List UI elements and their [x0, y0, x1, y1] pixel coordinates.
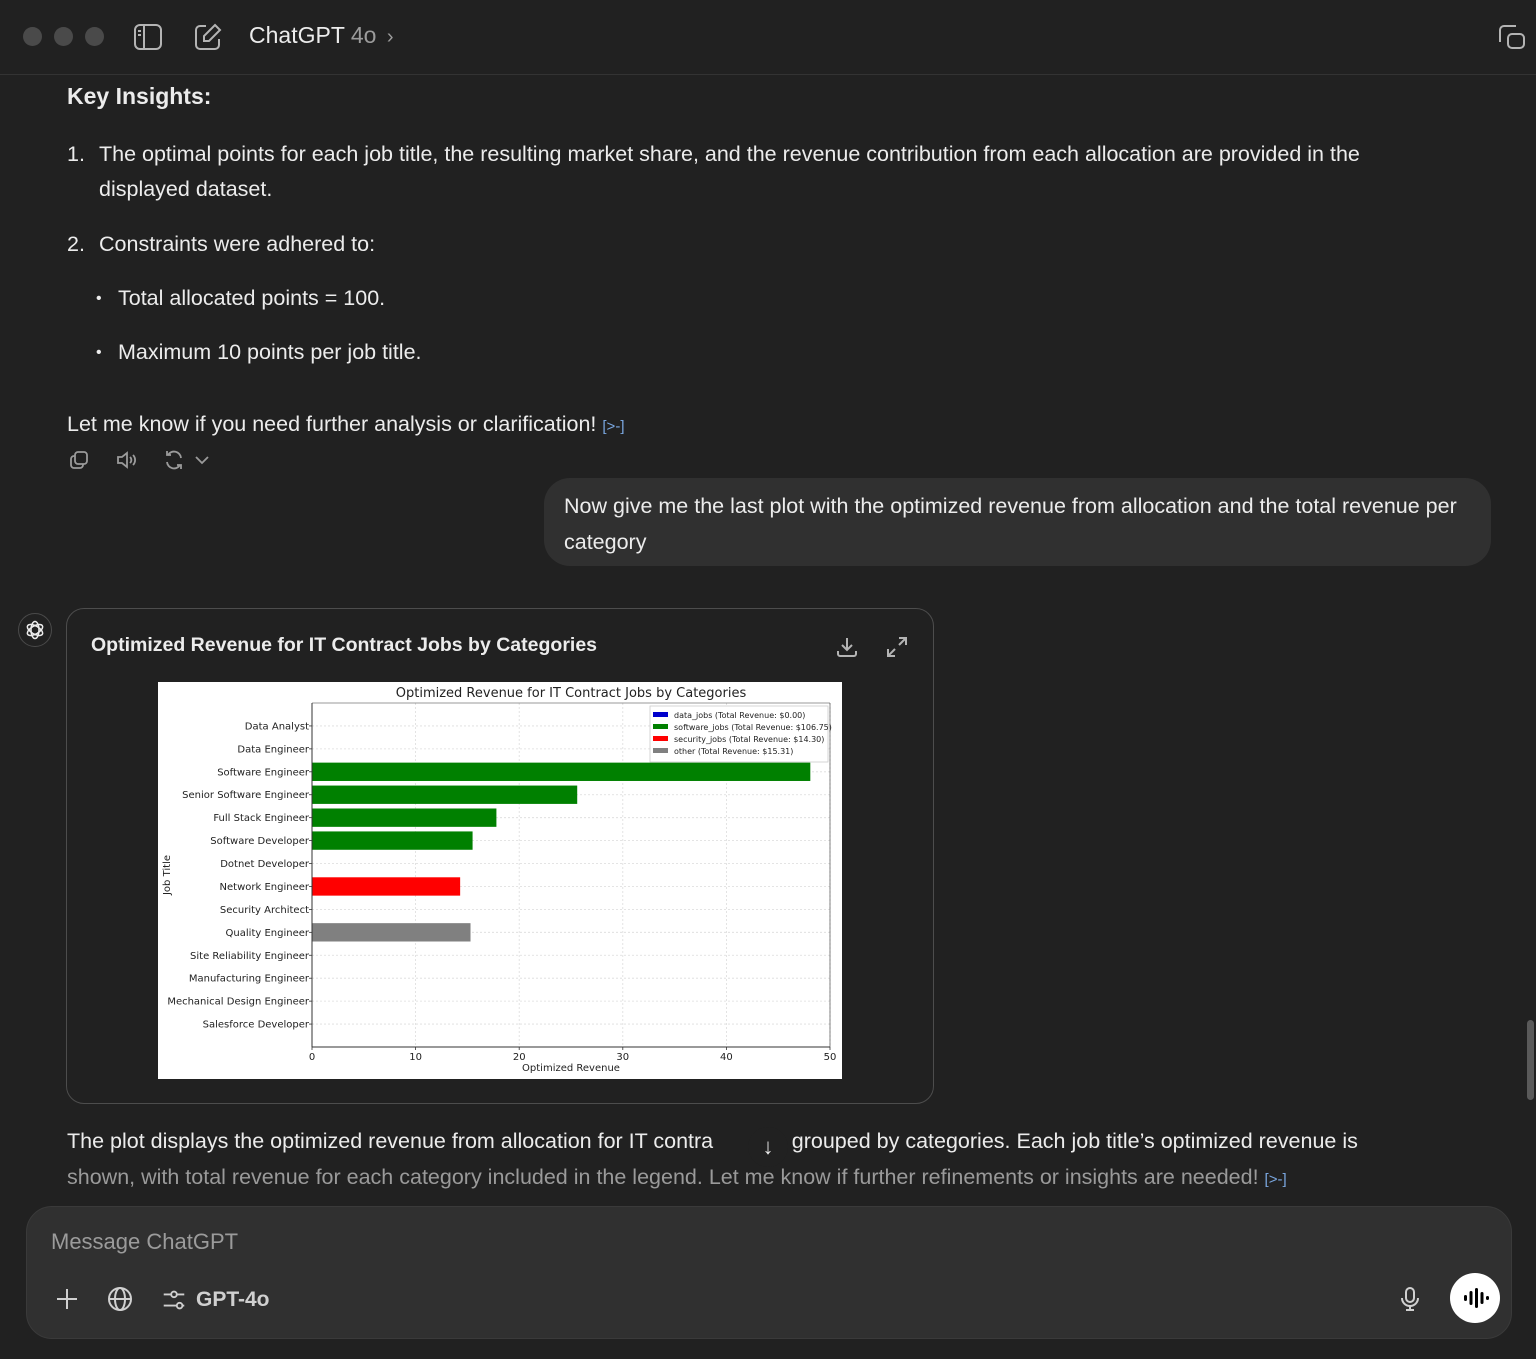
y-tick-label: Software Engineer [217, 767, 310, 778]
app-name: ChatGPT [249, 22, 345, 48]
conversation: Key Insights: 1. The optimal points for … [0, 75, 1536, 1205]
y-tick-label: Security Architect [220, 905, 309, 916]
chart-bar [312, 762, 811, 781]
legend-swatch [653, 736, 668, 741]
microphone-icon[interactable] [1395, 1284, 1425, 1314]
x-tick-label: 30 [616, 1052, 629, 1063]
y-tick-label: Network Engineer [220, 882, 310, 893]
legend-swatch [653, 748, 668, 753]
read-aloud-icon[interactable] [114, 448, 138, 472]
sidebar-toggle-icon[interactable] [131, 20, 165, 54]
regenerate-icon[interactable] [162, 448, 186, 472]
y-tick-label: Salesforce Developer [203, 1020, 310, 1031]
chart-bar [312, 877, 461, 896]
message-input[interactable]: Message ChatGPT [51, 1229, 238, 1255]
scroll-to-bottom-button[interactable]: ↓ [748, 1127, 788, 1167]
new-chat-icon[interactable] [191, 20, 225, 54]
y-tick-label: Mechanical Design Engineer [167, 997, 310, 1008]
voice-waveform-icon [1464, 1288, 1489, 1308]
legend-swatch [653, 724, 668, 729]
window-zoom-button[interactable] [85, 27, 104, 46]
x-tick-label: 10 [409, 1052, 422, 1063]
legend-label: security_jobs (Total Revenue: $14.30) [674, 735, 824, 744]
new-window-icon[interactable] [1494, 20, 1528, 54]
y-tick-label: Software Developer [210, 836, 310, 847]
citation-icon[interactable]: [>-] [602, 418, 624, 435]
scrollbar[interactable] [1527, 1020, 1534, 1100]
assistant-avatar [18, 613, 52, 647]
sliders-icon [163, 1290, 185, 1310]
x-tick-label: 0 [309, 1052, 315, 1063]
chart-bar [312, 785, 578, 804]
y-tick-label: Manufacturing Engineer [189, 974, 310, 985]
openai-logo-icon [26, 620, 44, 640]
model-picker-button[interactable]: GPT-4o [160, 1286, 270, 1314]
y-axis-label: Job Title [162, 855, 173, 896]
y-tick-label: Data Analyst [245, 721, 309, 732]
y-tick-label: Dotnet Developer [220, 859, 310, 870]
window-minimize-button[interactable] [54, 27, 73, 46]
citation-icon[interactable]: [>-] [1265, 1171, 1287, 1188]
model-picker-label: GPT-4o [196, 1288, 270, 1311]
list-item-continuation: displayed dataset. [99, 177, 273, 201]
chart-card-title: Optimized Revenue for IT Contract Jobs b… [91, 634, 598, 656]
y-tick-label: Full Stack Engineer [213, 813, 310, 824]
x-tick-label: 40 [720, 1052, 733, 1063]
download-icon[interactable] [834, 634, 860, 660]
window-close-button[interactable] [23, 27, 42, 46]
expand-icon[interactable] [884, 634, 910, 660]
chevron-down-icon[interactable] [190, 448, 214, 472]
legend-label: software_jobs (Total Revenue: $106.75) [674, 723, 832, 732]
copy-icon[interactable] [67, 448, 91, 472]
chart-title: Optimized Revenue for IT Contract Jobs b… [396, 686, 747, 701]
y-tick-label: Senior Software Engineer [182, 790, 310, 801]
x-tick-label: 50 [824, 1052, 837, 1063]
user-message-text: Now give me the last plot with the optim… [564, 494, 1457, 554]
chart-svg: Data Analyst Data Engineer Software Engine… [162, 686, 837, 1074]
chevron-right-icon: › [386, 26, 394, 48]
user-message-bubble: Now give me the last plot with the optim… [544, 478, 1491, 566]
legend-swatch [653, 712, 668, 717]
legend-label: data_jobs (Total Revenue: $0.00) [674, 711, 805, 720]
chart-bar [312, 831, 473, 850]
insights-heading: Key Insights: [67, 83, 212, 109]
x-axis-label: Optimized Revenue [522, 1063, 620, 1074]
globe-icon[interactable] [105, 1284, 135, 1314]
y-tick-label: Quality Engineer [226, 928, 310, 939]
voice-mode-button[interactable] [1450, 1273, 1500, 1323]
plus-icon[interactable] [52, 1284, 82, 1314]
chart-bar [312, 923, 471, 942]
x-tick-label: 20 [513, 1052, 526, 1063]
chart-card: Optimized Revenue for IT Contract Jobs b… [66, 608, 934, 1104]
model-version: 4o [350, 22, 377, 48]
closing-text: Let me know if you need further analysis… [67, 412, 625, 436]
legend-label: other (Total Revenue: $15.31) [674, 747, 793, 756]
y-tick-label: Data Engineer [237, 744, 309, 755]
title-bar: ChatGPT 4o › [0, 0, 1536, 75]
chart-bar [312, 808, 497, 827]
message-composer: Message ChatGPT GPT-4o [26, 1206, 1512, 1339]
bar-chart: Data Analyst Data Engineer Software Engine… [158, 682, 842, 1079]
model-selector[interactable]: ChatGPT 4o › [249, 22, 394, 49]
y-tick-label: Site Reliability Engineer [190, 951, 310, 962]
